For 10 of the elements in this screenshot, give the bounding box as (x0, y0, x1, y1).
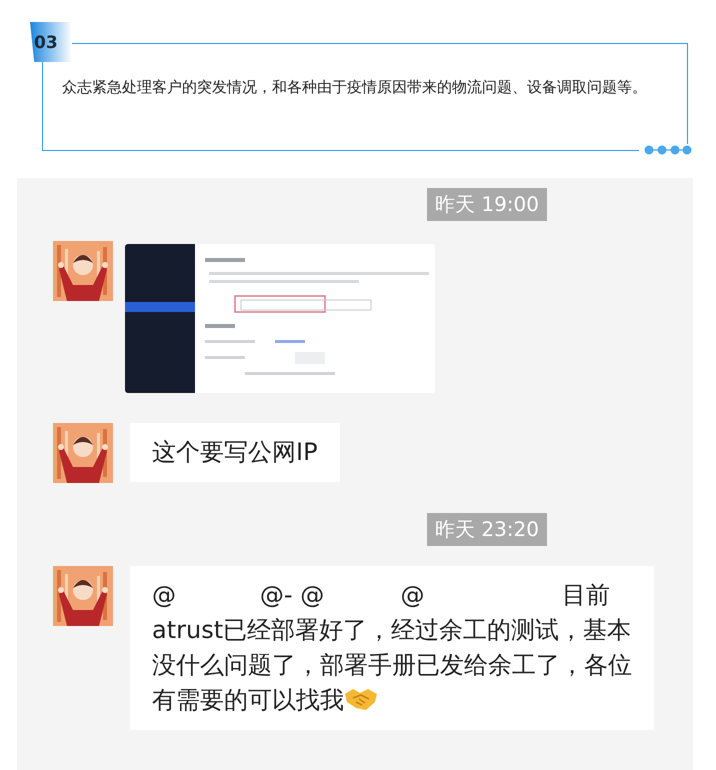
avatar (53, 423, 113, 483)
section-number: 03 (30, 22, 72, 62)
message-bubble: @ @- @ @ 目前 atrust已经部署好了，经过余工的测试，基本没什么问题了，部署手册已发给余工了，各位有需要的可以找我 (130, 566, 654, 730)
avatar (53, 566, 113, 626)
avatar (53, 241, 113, 301)
timestamp: 昨天 19:00 (427, 188, 547, 221)
section-text: 众志紧急处理客户的突发情况，和各种由于疫情原因带来的物流问题、设备调取问题等。 (62, 77, 648, 98)
handshake-icon (344, 686, 378, 712)
timestamp: 昨天 23:20 (427, 513, 547, 546)
message-bubble: 这个要写公网IP (130, 423, 340, 482)
